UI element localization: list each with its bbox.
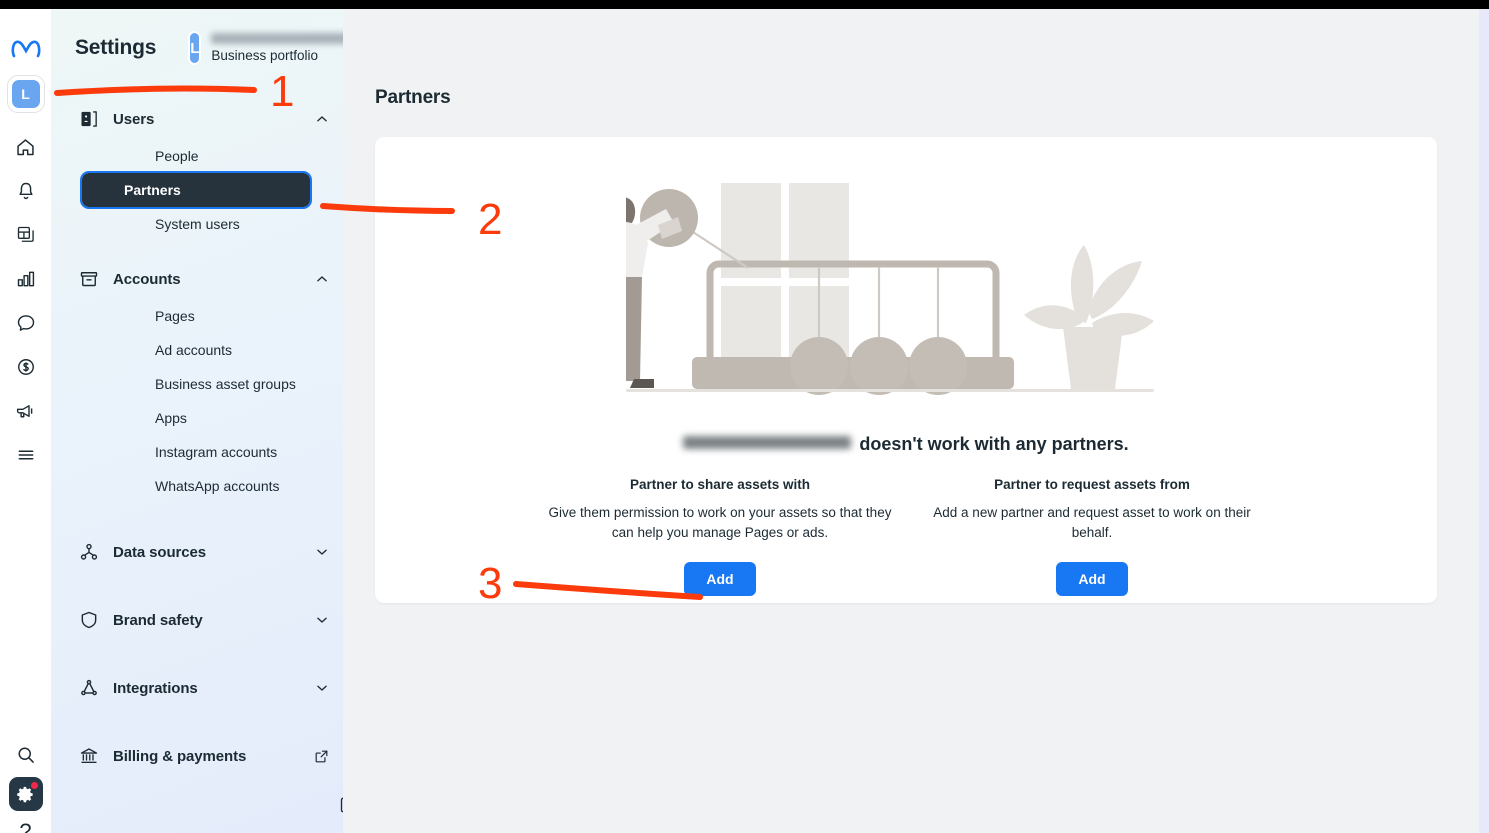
nav-header: Settings L Business portfolio xyxy=(51,9,343,87)
sidebar-item-whatsapp-accounts[interactable]: WhatsApp accounts xyxy=(82,469,320,503)
main-content: Partners doesn't work with any partners.… xyxy=(343,9,1479,833)
business-name-redacted xyxy=(683,436,852,449)
messages-chat-icon[interactable] xyxy=(6,301,46,345)
share-assets-description: Give them permission to work on your ass… xyxy=(548,505,892,540)
sidebar-item-business-asset-groups[interactable]: Business asset groups xyxy=(82,367,320,401)
chevron-down-icon[interactable] xyxy=(315,545,329,559)
nav-group-accounts[interactable]: Accounts xyxy=(79,259,329,299)
newtons-cradle-illustration xyxy=(598,161,1186,416)
page-title: Partners xyxy=(375,87,451,108)
nav-group-brand-safety[interactable]: Brand safety xyxy=(79,597,329,643)
bank-icon xyxy=(79,745,101,767)
chevron-down-icon[interactable] xyxy=(315,681,329,695)
page-title-settings: Settings xyxy=(75,36,157,59)
rail-business-avatar[interactable]: L xyxy=(6,75,45,113)
nav-list: Users People Partners System users Accou… xyxy=(51,87,343,779)
business-name-redacted xyxy=(211,33,343,45)
request-assets-add-button[interactable]: Add xyxy=(1056,562,1128,596)
sidebar-item-pages[interactable]: Pages xyxy=(82,299,320,333)
pages-icon[interactable] xyxy=(6,213,46,257)
home-icon[interactable] xyxy=(6,125,46,169)
request-assets-title: Partner to request assets from xyxy=(994,477,1190,492)
nav-group-label: Accounts xyxy=(113,270,181,288)
search-icon[interactable] xyxy=(6,733,46,777)
share-assets-title: Partner to share assets with xyxy=(629,477,811,492)
integrations-icon xyxy=(79,677,101,699)
accounts-archive-icon xyxy=(79,268,101,290)
partner-options: Partner to share assets with Give them p… xyxy=(406,477,1406,596)
nav-group-label: Users xyxy=(113,110,155,128)
business-avatar[interactable]: L xyxy=(188,31,202,65)
help-icon[interactable]: ? xyxy=(19,821,31,833)
business-subtitle: Business portfolio xyxy=(211,48,318,64)
nav-group-billing-payments[interactable]: Billing & payments xyxy=(79,733,329,779)
sidebar-item-partners[interactable]: Partners xyxy=(80,171,312,209)
rail-bottom-group: ? xyxy=(0,733,51,833)
sidebar-item-people[interactable]: People xyxy=(82,139,320,173)
billing-dollar-icon[interactable] xyxy=(6,345,46,389)
avatar-initial: L xyxy=(11,80,40,108)
app-window: L ? Settings L Business portfolio Users … xyxy=(0,0,1489,833)
request-assets-description: Add a new partner and request asset to w… xyxy=(933,505,1251,540)
gear-icon[interactable] xyxy=(8,777,43,811)
nav-group-users[interactable]: Users xyxy=(79,99,329,139)
insights-bar-chart-icon[interactable] xyxy=(6,257,46,301)
notifications-bell-icon[interactable] xyxy=(6,169,46,213)
empty-state-headline-suffix: doesn't work with any partners. xyxy=(859,434,1129,454)
chevron-up-icon[interactable] xyxy=(315,112,329,126)
request-assets-column: Partner to request assets from Add a new… xyxy=(906,477,1278,596)
shield-icon xyxy=(79,609,101,631)
ads-megaphone-icon[interactable] xyxy=(6,389,46,433)
users-badge-icon xyxy=(79,108,101,130)
partners-empty-state-card: doesn't work with any partners. Partner … xyxy=(375,137,1437,603)
external-link-icon[interactable] xyxy=(314,749,329,764)
global-icon-rail: L ? xyxy=(0,9,51,833)
nav-group-label: Brand safety xyxy=(113,611,203,629)
sidebar-item-system-users[interactable]: System users xyxy=(82,207,320,241)
chevron-up-icon[interactable] xyxy=(315,272,329,286)
nav-group-integrations[interactable]: Integrations xyxy=(79,665,329,711)
browser-chrome-bar xyxy=(0,0,1489,9)
settings-badge-dot xyxy=(30,782,38,789)
nav-group-data-sources[interactable]: Data sources xyxy=(79,529,329,575)
share-assets-add-button[interactable]: Add xyxy=(684,562,756,596)
business-meta[interactable]: Business portfolio xyxy=(211,33,343,63)
nav-group-label: Billing & payments xyxy=(113,747,247,765)
empty-state-headline: doesn't work with any partners. xyxy=(683,434,1129,455)
chevron-down-icon[interactable] xyxy=(315,613,329,627)
nav-group-label: Data sources xyxy=(113,543,207,561)
share-assets-column: Partner to share assets with Give them p… xyxy=(534,477,906,596)
meta-logo-icon[interactable] xyxy=(8,31,44,67)
sidebar-item-apps[interactable]: Apps xyxy=(82,401,320,435)
right-edge-strip xyxy=(1479,9,1489,833)
data-sources-icon xyxy=(79,541,101,563)
sidebar-item-ad-accounts[interactable]: Ad accounts xyxy=(82,333,320,367)
nav-group-label: Integrations xyxy=(113,679,198,697)
more-menu-icon[interactable] xyxy=(6,433,46,477)
sidebar-item-instagram-accounts[interactable]: Instagram accounts xyxy=(82,435,320,469)
settings-nav-panel: Settings L Business portfolio Users Peop… xyxy=(51,9,343,833)
